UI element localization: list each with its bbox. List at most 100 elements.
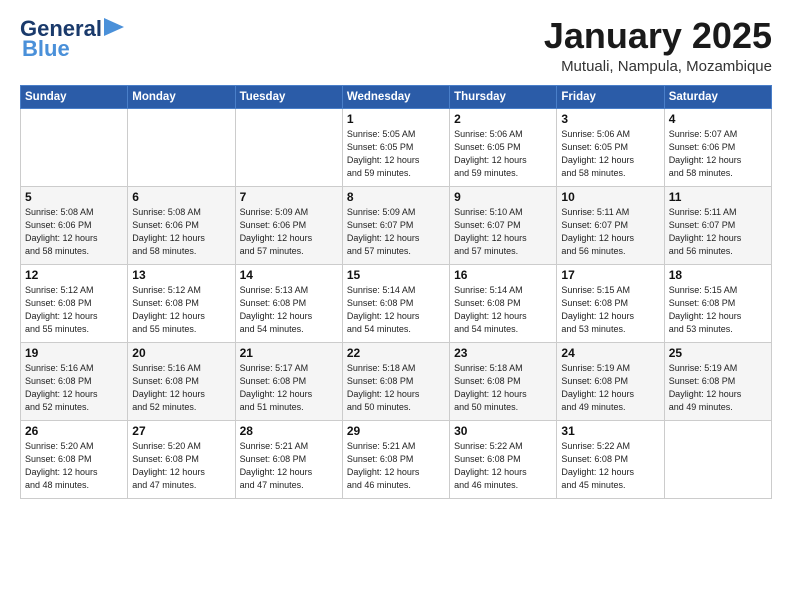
day-info: Sunrise: 5:17 AMSunset: 6:08 PMDaylight:… <box>240 362 338 414</box>
logo-blue: Blue <box>22 36 70 62</box>
calendar-cell: 18 Sunrise: 5:15 AMSunset: 6:08 PMDayligh… <box>664 264 771 342</box>
title-block: January 2025 Mutuali, Nampula, Mozambiqu… <box>544 16 772 75</box>
day-info: Sunrise: 5:08 AMSunset: 6:06 PMDaylight:… <box>132 206 230 258</box>
calendar-cell: 23 Sunrise: 5:18 AMSunset: 6:08 PMDayligh… <box>450 342 557 420</box>
calendar-cell: 16 Sunrise: 5:14 AMSunset: 6:08 PMDayligh… <box>450 264 557 342</box>
calendar-cell: 8 Sunrise: 5:09 AMSunset: 6:07 PMDaylight… <box>342 186 449 264</box>
logo-arrow-icon <box>104 18 124 36</box>
day-number: 26 <box>25 424 123 438</box>
calendar-table: Sunday Monday Tuesday Wednesday Thursday… <box>20 85 772 499</box>
day-number: 19 <box>25 346 123 360</box>
day-number: 7 <box>240 190 338 204</box>
day-number: 27 <box>132 424 230 438</box>
calendar-cell: 21 Sunrise: 5:17 AMSunset: 6:08 PMDayligh… <box>235 342 342 420</box>
header-wednesday: Wednesday <box>342 85 449 108</box>
day-info: Sunrise: 5:18 AMSunset: 6:08 PMDaylight:… <box>347 362 445 414</box>
header-monday: Monday <box>128 85 235 108</box>
logo: General Blue <box>20 16 124 62</box>
calendar-cell: 9Sunrise: 5:10 AMSunset: 6:07 PMDaylight… <box>450 186 557 264</box>
calendar-cell: 24 Sunrise: 5:19 AMSunset: 6:08 PMDayligh… <box>557 342 664 420</box>
calendar-cell: 20 Sunrise: 5:16 AMSunset: 6:08 PMDayligh… <box>128 342 235 420</box>
day-info: Sunrise: 5:12 AMSunset: 6:08 PMDaylight:… <box>25 284 123 336</box>
day-number: 8 <box>347 190 445 204</box>
calendar-week-row: 12 Sunrise: 5:12 AMSunset: 6:08 PMDayligh… <box>21 264 772 342</box>
day-info: Sunrise: 5:18 AMSunset: 6:08 PMDaylight:… <box>454 362 552 414</box>
day-info: Sunrise: 5:21 AMSunset: 6:08 PMDaylight:… <box>240 440 338 492</box>
day-number: 21 <box>240 346 338 360</box>
day-number: 1 <box>347 112 445 126</box>
calendar-cell: 31Sunrise: 5:22 AMSunset: 6:08 PMDayligh… <box>557 420 664 498</box>
day-number: 11 <box>669 190 767 204</box>
calendar-cell: 25 Sunrise: 5:19 AMSunset: 6:08 PMDayligh… <box>664 342 771 420</box>
calendar-cell: 11 Sunrise: 5:11 AMSunset: 6:07 PMDayligh… <box>664 186 771 264</box>
day-info: Sunrise: 5:13 AMSunset: 6:08 PMDaylight:… <box>240 284 338 336</box>
calendar-cell: 27 Sunrise: 5:20 AMSunset: 6:08 PMDayligh… <box>128 420 235 498</box>
calendar-cell: 1 Sunrise: 5:05 AMSunset: 6:05 PMDaylight… <box>342 108 449 186</box>
day-number: 30 <box>454 424 552 438</box>
day-info: Sunrise: 5:16 AMSunset: 6:08 PMDaylight:… <box>25 362 123 414</box>
calendar-cell: 22 Sunrise: 5:18 AMSunset: 6:08 PMDayligh… <box>342 342 449 420</box>
page: General Blue January 2025 Mutuali, Nampu… <box>0 0 792 612</box>
day-number: 23 <box>454 346 552 360</box>
day-info: Sunrise: 5:20 AMSunset: 6:08 PMDaylight:… <box>25 440 123 492</box>
calendar-cell: 30 Sunrise: 5:22 AMSunset: 6:08 PMDayligh… <box>450 420 557 498</box>
calendar-cell: 17Sunrise: 5:15 AMSunset: 6:08 PMDayligh… <box>557 264 664 342</box>
day-info: Sunrise: 5:09 AMSunset: 6:07 PMDaylight:… <box>347 206 445 258</box>
day-number: 14 <box>240 268 338 282</box>
calendar-week-row: 5 Sunrise: 5:08 AMSunset: 6:06 PMDaylight… <box>21 186 772 264</box>
day-number: 13 <box>132 268 230 282</box>
day-number: 18 <box>669 268 767 282</box>
header: General Blue January 2025 Mutuali, Nampu… <box>20 16 772 75</box>
day-number: 24 <box>561 346 659 360</box>
calendar-cell: 13 Sunrise: 5:12 AMSunset: 6:08 PMDayligh… <box>128 264 235 342</box>
day-number: 20 <box>132 346 230 360</box>
header-friday: Friday <box>557 85 664 108</box>
day-number: 6 <box>132 190 230 204</box>
calendar-cell <box>128 108 235 186</box>
day-number: 3 <box>561 112 659 126</box>
calendar-cell: 14 Sunrise: 5:13 AMSunset: 6:08 PMDayligh… <box>235 264 342 342</box>
day-info: Sunrise: 5:15 AMSunset: 6:08 PMDaylight:… <box>561 284 659 336</box>
day-number: 16 <box>454 268 552 282</box>
day-info: Sunrise: 5:09 AMSunset: 6:06 PMDaylight:… <box>240 206 338 258</box>
calendar-cell: 4 Sunrise: 5:07 AMSunset: 6:06 PMDaylight… <box>664 108 771 186</box>
day-number: 25 <box>669 346 767 360</box>
day-info: Sunrise: 5:15 AMSunset: 6:08 PMDaylight:… <box>669 284 767 336</box>
day-number: 5 <box>25 190 123 204</box>
day-info: Sunrise: 5:20 AMSunset: 6:08 PMDaylight:… <box>132 440 230 492</box>
calendar-cell: 29Sunrise: 5:21 AMSunset: 6:08 PMDayligh… <box>342 420 449 498</box>
day-number: 4 <box>669 112 767 126</box>
calendar-week-row: 1 Sunrise: 5:05 AMSunset: 6:05 PMDaylight… <box>21 108 772 186</box>
day-info: Sunrise: 5:06 AMSunset: 6:05 PMDaylight:… <box>454 128 552 180</box>
calendar-cell: 2 Sunrise: 5:06 AMSunset: 6:05 PMDaylight… <box>450 108 557 186</box>
day-info: Sunrise: 5:14 AMSunset: 6:08 PMDaylight:… <box>454 284 552 336</box>
day-number: 12 <box>25 268 123 282</box>
day-info: Sunrise: 5:22 AMSunset: 6:08 PMDaylight:… <box>561 440 659 492</box>
day-info: Sunrise: 5:19 AMSunset: 6:08 PMDaylight:… <box>669 362 767 414</box>
day-info: Sunrise: 5:19 AMSunset: 6:08 PMDaylight:… <box>561 362 659 414</box>
day-info: Sunrise: 5:08 AMSunset: 6:06 PMDaylight:… <box>25 206 123 258</box>
day-number: 29 <box>347 424 445 438</box>
calendar-cell: 3Sunrise: 5:06 AMSunset: 6:05 PMDaylight… <box>557 108 664 186</box>
calendar-cell: 12 Sunrise: 5:12 AMSunset: 6:08 PMDayligh… <box>21 264 128 342</box>
calendar-cell: 6 Sunrise: 5:08 AMSunset: 6:06 PMDaylight… <box>128 186 235 264</box>
calendar-week-row: 19 Sunrise: 5:16 AMSunset: 6:08 PMDayligh… <box>21 342 772 420</box>
day-number: 2 <box>454 112 552 126</box>
day-info: Sunrise: 5:12 AMSunset: 6:08 PMDaylight:… <box>132 284 230 336</box>
day-info: Sunrise: 5:11 AMSunset: 6:07 PMDaylight:… <box>669 206 767 258</box>
day-number: 22 <box>347 346 445 360</box>
calendar-cell <box>235 108 342 186</box>
header-tuesday: Tuesday <box>235 85 342 108</box>
calendar-cell <box>664 420 771 498</box>
header-thursday: Thursday <box>450 85 557 108</box>
day-number: 10 <box>561 190 659 204</box>
day-info: Sunrise: 5:16 AMSunset: 6:08 PMDaylight:… <box>132 362 230 414</box>
header-sunday: Sunday <box>21 85 128 108</box>
calendar-week-row: 26 Sunrise: 5:20 AMSunset: 6:08 PMDayligh… <box>21 420 772 498</box>
calendar-cell: 15Sunrise: 5:14 AMSunset: 6:08 PMDayligh… <box>342 264 449 342</box>
day-info: Sunrise: 5:07 AMSunset: 6:06 PMDaylight:… <box>669 128 767 180</box>
day-info: Sunrise: 5:05 AMSunset: 6:05 PMDaylight:… <box>347 128 445 180</box>
day-info: Sunrise: 5:11 AMSunset: 6:07 PMDaylight:… <box>561 206 659 258</box>
calendar-cell: 10 Sunrise: 5:11 AMSunset: 6:07 PMDayligh… <box>557 186 664 264</box>
day-info: Sunrise: 5:22 AMSunset: 6:08 PMDaylight:… <box>454 440 552 492</box>
